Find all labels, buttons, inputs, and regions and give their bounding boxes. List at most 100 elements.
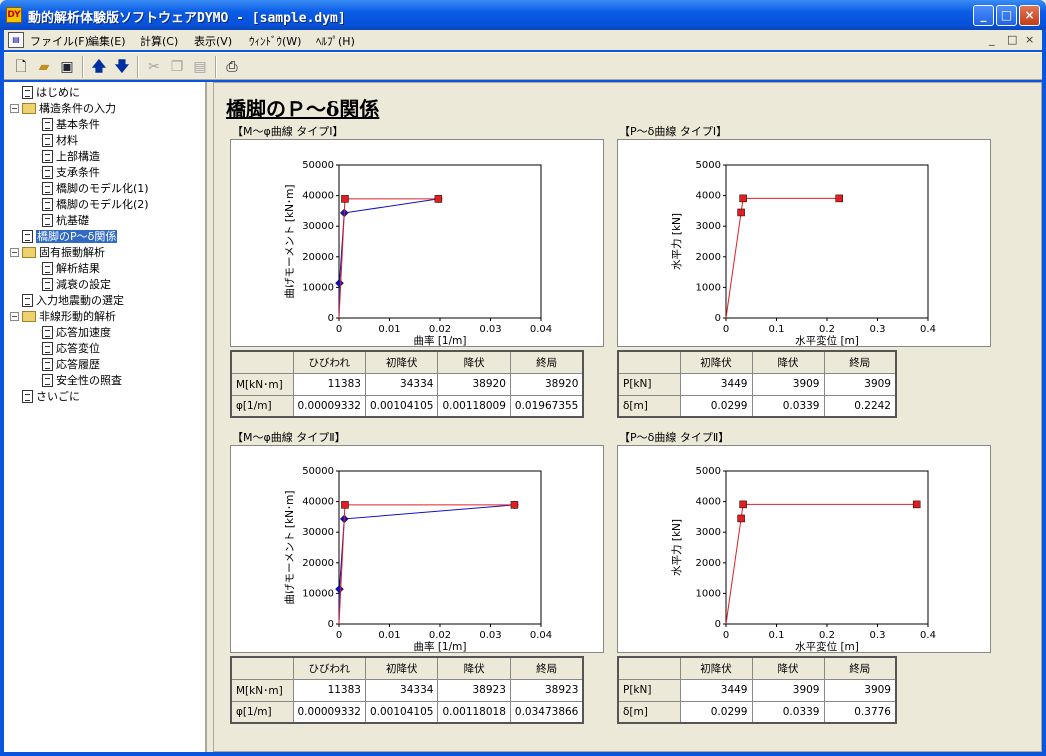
close-button[interactable]: × bbox=[1019, 5, 1040, 26]
tree-item[interactable]: はじめに bbox=[10, 84, 80, 100]
open-folder-icon[interactable]: ▰ bbox=[33, 56, 55, 78]
tree-item[interactable]: 材料 bbox=[42, 132, 78, 148]
menu-view[interactable]: 表示(V) bbox=[194, 33, 232, 49]
content-pane: 橋脚のＰ～δ関係 【M～φ曲線 タイプⅠ】 0 10000 20000 30000 400… bbox=[213, 82, 1042, 752]
menu-edit[interactable]: 編集(E) bbox=[88, 33, 126, 49]
tree-item-label: 基本条件 bbox=[56, 118, 100, 131]
chart: 0 1000 2000 3000 4000 5000 0 0.1 0.2 0.3 0.4 水平変位 [… bbox=[617, 139, 991, 347]
x-axis-label: 曲率 [1/m] bbox=[414, 640, 467, 653]
y-tick-label: 40000 bbox=[302, 191, 334, 202]
x-axis-label: 水平変位 [m] bbox=[795, 640, 859, 653]
x-tick-label: 0.03 bbox=[479, 324, 501, 335]
table-header: 初降伏 bbox=[364, 350, 439, 374]
row-header: δ[m] bbox=[617, 394, 681, 418]
folder-icon bbox=[22, 310, 36, 322]
data-point bbox=[434, 195, 443, 203]
move-up-icon[interactable]: 🡅 bbox=[88, 56, 110, 78]
copy-icon[interactable]: ❐ bbox=[166, 56, 188, 78]
toolbar: 🗋 ▰ ▣ 🡅 🡇 ✂ ❐ ▤ ⎙ bbox=[4, 52, 1042, 80]
table-cell: 3449 bbox=[679, 678, 753, 702]
tree-item[interactable]: − 構造条件の入力 bbox=[10, 100, 116, 116]
table-cell: 34334 bbox=[364, 678, 439, 702]
document-icon bbox=[42, 357, 53, 371]
x-tick-label: 0.3 bbox=[870, 324, 886, 335]
tree-item-label: 上部構造 bbox=[56, 150, 100, 163]
x-tick-label: 0.02 bbox=[429, 630, 451, 641]
table-cell: 0.00104105 bbox=[364, 394, 439, 418]
y-tick-label: 50000 bbox=[302, 160, 334, 171]
data-point bbox=[341, 501, 349, 509]
move-down-icon[interactable]: 🡇 bbox=[111, 56, 133, 78]
tree-item-label: 橋脚のモデル化(2) bbox=[56, 198, 149, 211]
menu-file[interactable]: ファイル(F) bbox=[30, 33, 89, 49]
table-header: 初降伏 bbox=[679, 656, 753, 680]
table-cell: 0.0339 bbox=[751, 700, 825, 724]
x-tick-label: 0.01 bbox=[378, 324, 400, 335]
x-tick-label: 0.4 bbox=[920, 630, 936, 641]
tree-item[interactable]: 橋脚のモデル化(1) bbox=[42, 180, 149, 196]
tree-item[interactable]: 基本条件 bbox=[42, 116, 100, 132]
tree-item[interactable]: 応答履歴 bbox=[42, 356, 100, 372]
chart: 0 10000 20000 30000 40000 50000 0 0.01 0.02 0.03 0… bbox=[230, 139, 604, 347]
cut-icon[interactable]: ✂ bbox=[143, 56, 165, 78]
document-icon[interactable]: ▤ bbox=[8, 32, 24, 48]
maximize-button[interactable]: □ bbox=[996, 5, 1017, 26]
tree-item[interactable]: 応答変位 bbox=[42, 340, 100, 356]
y-tick-label: 5000 bbox=[696, 160, 721, 171]
tree-item[interactable]: 杭基礎 bbox=[42, 212, 89, 228]
y-tick-label: 50000 bbox=[302, 466, 334, 477]
title-bar[interactable]: DY 動的解析体験版ソフトウェアDYMO - [sample.dym] _ □ … bbox=[0, 0, 1046, 30]
table-cell: 0.00009332 bbox=[292, 394, 366, 418]
minimize-button[interactable]: _ bbox=[973, 5, 994, 26]
document-icon bbox=[22, 229, 33, 243]
document-icon bbox=[42, 133, 53, 147]
chart-svg: 0 1000 2000 3000 4000 5000 0 0.1 0.2 0.3 0.4 水平変位 [… bbox=[670, 466, 936, 653]
mdi-restore-button[interactable]: □ bbox=[1007, 33, 1017, 46]
table-header bbox=[230, 656, 294, 680]
table-row: φ[1/m] 0.00009332 0.00104105 0.00118018 0.03… bbox=[230, 700, 584, 724]
paste-icon[interactable]: ▤ bbox=[189, 56, 211, 78]
x-tick-label: 0 bbox=[723, 630, 729, 641]
document-icon bbox=[42, 117, 53, 131]
tree-item-label: 支承条件 bbox=[56, 166, 100, 179]
table-cell: 38920 bbox=[509, 372, 584, 396]
tree-item[interactable]: 入力地震動の選定 bbox=[10, 292, 124, 308]
table-header: 終局 bbox=[509, 350, 584, 374]
table-cell: 0.3776 bbox=[823, 700, 897, 724]
tree-item[interactable]: 応答加速度 bbox=[42, 324, 111, 340]
table-header: 終局 bbox=[509, 656, 584, 680]
table-header: ひびわれ bbox=[292, 350, 366, 374]
save-icon[interactable]: ▣ bbox=[56, 56, 78, 78]
collapse-icon[interactable]: − bbox=[10, 311, 19, 321]
menu-calc[interactable]: 計算(C) bbox=[140, 33, 178, 49]
app-icon[interactable]: DY bbox=[6, 7, 22, 23]
mdi-close-button[interactable]: × bbox=[1025, 33, 1034, 46]
table-cell: 0.01967355 bbox=[509, 394, 584, 418]
tree-item[interactable]: 安全性の照査 bbox=[42, 372, 122, 388]
tree-item[interactable]: 橋脚のモデル化(2) bbox=[42, 196, 149, 212]
navigation-tree[interactable]: はじめに − 構造条件の入力基本条件 材料上部構造支承条件 橋脚のモデル化(1) 橋脚のモ… bbox=[4, 82, 207, 752]
result-table: ひびわれ 初降伏 降伏 終局 M[kN･m] 11383 34334 38920 38920 φ[… bbox=[230, 350, 585, 418]
print-icon[interactable]: ⎙ bbox=[221, 56, 243, 78]
mdi-minimize-button[interactable]: _ bbox=[989, 33, 995, 46]
y-tick-label: 20000 bbox=[302, 558, 334, 569]
tree-item[interactable]: 減衰の設定 bbox=[42, 276, 111, 292]
collapse-icon[interactable]: − bbox=[10, 247, 19, 257]
new-file-icon[interactable]: 🗋 bbox=[10, 56, 32, 78]
menu-help[interactable]: ﾍﾙﾌﾟ(H) bbox=[316, 33, 355, 49]
table-header: 終局 bbox=[823, 656, 897, 680]
tree-item[interactable]: さいごに bbox=[10, 388, 80, 404]
y-tick-label: 10000 bbox=[302, 282, 334, 293]
tree-item[interactable]: − 固有振動解析 bbox=[10, 244, 105, 260]
menu-window[interactable]: ｳｨﾝﾄﾞｳ(W) bbox=[249, 33, 301, 49]
tree-item[interactable]: 支承条件 bbox=[42, 164, 100, 180]
tree-item[interactable]: − 非線形動的解析 bbox=[10, 308, 116, 324]
y-tick-label: 3000 bbox=[696, 221, 721, 232]
y-tick-label: 30000 bbox=[302, 221, 334, 232]
table-row: P[kN] 3449 3909 3909 bbox=[617, 372, 897, 396]
tree-item[interactable]: 上部構造 bbox=[42, 148, 100, 164]
tree-item[interactable]: 橋脚のP～δ関係 bbox=[10, 228, 118, 244]
tree-item[interactable]: 解析結果 bbox=[42, 260, 100, 276]
y-tick-label: 0 bbox=[328, 619, 334, 630]
collapse-icon[interactable]: − bbox=[10, 103, 19, 113]
